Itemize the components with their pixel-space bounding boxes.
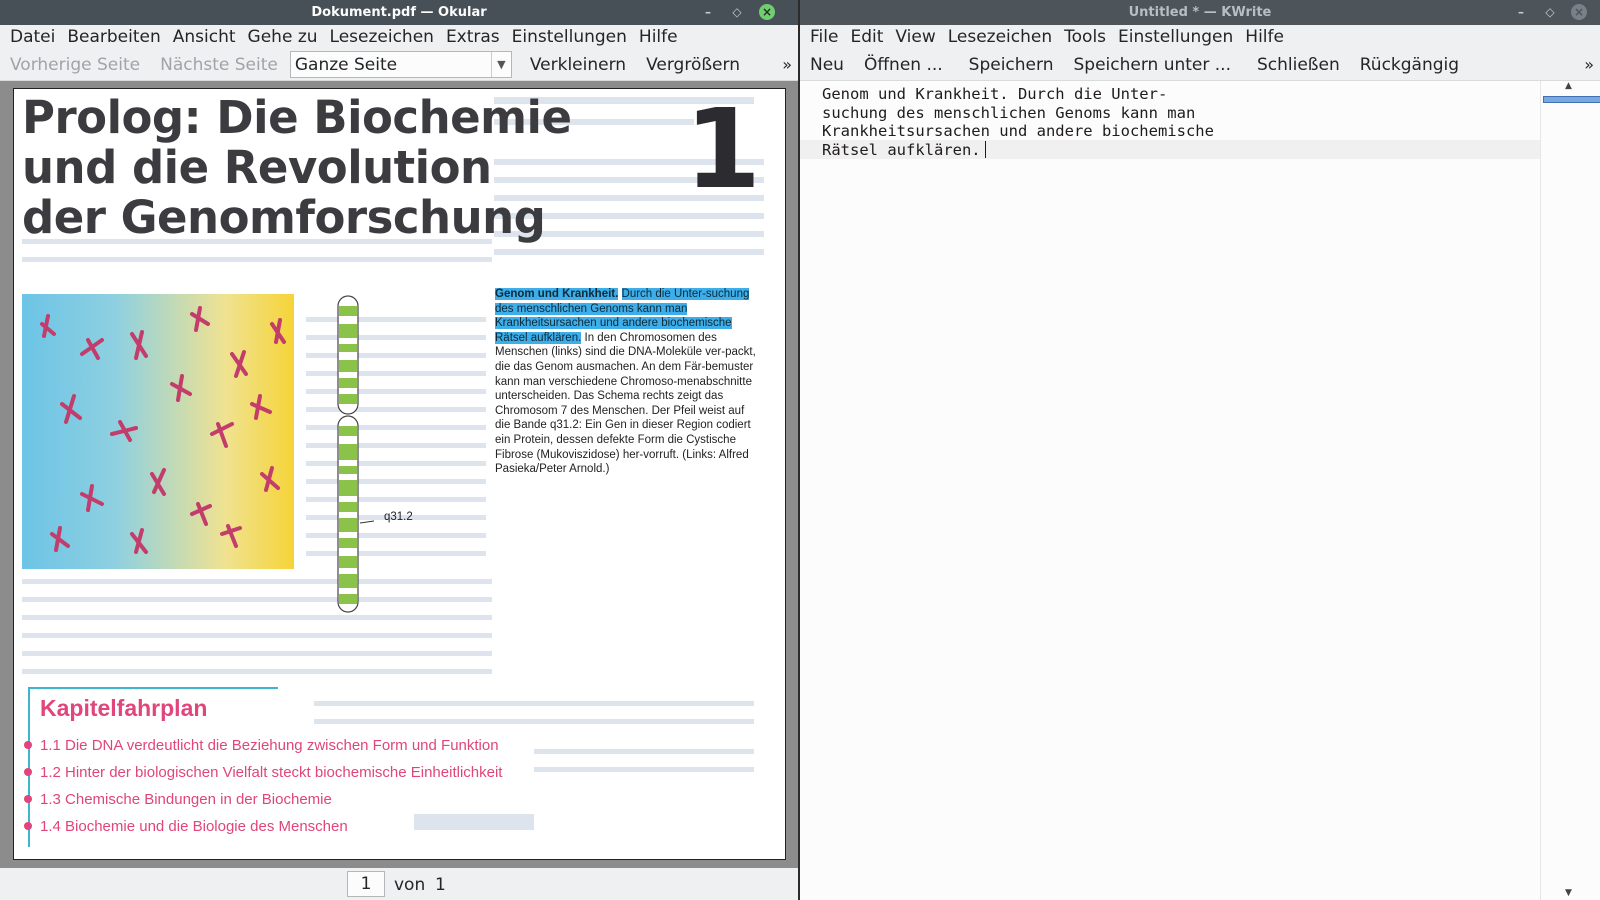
page-of-label: von (394, 875, 426, 895)
editor-line-current: Rätsel aufklären. (822, 141, 1214, 160)
title-line-3: der Genomforschung (22, 191, 546, 244)
menu-extras[interactable]: Extras (440, 27, 506, 47)
roadmap-item: 1.4 Biochemie und die Biologie des Mensc… (24, 818, 348, 835)
menu-hilfe[interactable]: Hilfe (633, 27, 684, 47)
roadmap-item-text: 1.1 Die DNA verdeutlicht die Beziehung z… (40, 737, 499, 754)
menu-edit[interactable]: Edit (844, 27, 889, 47)
chromosome-shapes (40, 306, 286, 554)
maximize-icon[interactable]: ◇ (729, 4, 745, 20)
menu-lesezeichen[interactable]: Lesezeichen (942, 27, 1058, 47)
menu-einstellungen[interactable]: Einstellungen (1112, 27, 1239, 47)
toolbar-overflow-button[interactable]: » (782, 55, 792, 74)
kwrite-titlebar[interactable]: Untitled * — KWrite – ◇ × (800, 0, 1600, 25)
selected-caption-bold[interactable]: Genom und Krankheit. (495, 288, 619, 300)
toolbar-overflow-button[interactable]: » (1584, 55, 1594, 74)
editor-line: Krankheitsursachen und andere biochemisc… (822, 122, 1214, 141)
zoom-mode-select[interactable]: Ganze Seite ▼ (289, 51, 512, 78)
menu-gehe-zu[interactable]: Gehe zu (242, 27, 324, 47)
close-icon[interactable]: × (759, 4, 775, 20)
scrollbar-minimap[interactable]: ▲ ▼ (1540, 81, 1600, 900)
editor-content[interactable]: Genom und Krankheit. Durch die Unter-suc… (822, 85, 1214, 160)
save-as-button[interactable]: Speichern unter ... (1063, 55, 1241, 75)
menu-file[interactable]: File (804, 27, 844, 47)
roadmap-title: Kapitelfahrplan (40, 695, 208, 721)
editor-line: suchung des menschlichen Genoms kann man (822, 103, 1196, 122)
roadmap-item-text: 1.4 Biochemie und die Biologie des Mensc… (40, 818, 348, 835)
scroll-down-icon[interactable]: ▼ (1565, 888, 1572, 898)
okular-toolbar: Vorherige Seite Nächste Seite Ganze Seit… (0, 49, 798, 81)
menu-datei[interactable]: Datei (4, 27, 61, 47)
close-document-button[interactable]: Schließen (1247, 55, 1350, 75)
kwrite-window-title: Untitled * — KWrite (1128, 5, 1272, 20)
roadmap-item: 1.3 Chemische Bindungen in der Biochemie (24, 791, 332, 808)
minimize-icon[interactable]: – (1513, 4, 1529, 20)
okular-window: Dokument.pdf — Okular – ◇ × Datei Bearbe… (0, 0, 798, 900)
document-view[interactable]: Prolog: Die Biochemie und die Revolution… (0, 81, 798, 868)
zoom-in-button[interactable]: Vergrößern (636, 55, 750, 75)
document-title: Prolog: Die Biochemie und die Revolution… (22, 91, 572, 244)
figure-caption[interactable]: Genom und Krankheit. Durch die Unter-suc… (495, 287, 757, 477)
text-cursor (984, 141, 986, 159)
menu-tools[interactable]: Tools (1058, 27, 1112, 47)
editor-line-text: Rätsel aufklären. (822, 141, 981, 160)
zoom-out-button[interactable]: Verkleinern (520, 55, 636, 75)
okular-titlebar[interactable]: Dokument.pdf — Okular – ◇ × (0, 0, 798, 25)
new-button[interactable]: Neu (800, 55, 854, 75)
roadmap-item-text: 1.3 Chemische Bindungen in der Biochemie (40, 791, 332, 808)
kwrite-menubar: File Edit View Lesezeichen Tools Einstel… (800, 25, 1600, 49)
text-editor[interactable]: Genom und Krankheit. Durch die Unter-suc… (800, 81, 1600, 900)
scroll-up-icon[interactable]: ▲ (1565, 81, 1572, 91)
menu-lesezeichen[interactable]: Lesezeichen (324, 27, 440, 47)
chromosome-band-label: q31.2 (384, 511, 413, 523)
bullet-icon (24, 822, 32, 830)
menu-bearbeiten[interactable]: Bearbeiten (61, 27, 166, 47)
open-button[interactable]: Öffnen ... (854, 55, 953, 75)
close-icon[interactable]: × (1571, 4, 1587, 20)
bullet-icon (24, 741, 32, 749)
bullet-icon (24, 768, 32, 776)
roadmap-item: 1.1 Die DNA verdeutlicht die Beziehung z… (24, 737, 499, 754)
okular-menubar: Datei Bearbeiten Ansicht Gehe zu Lesezei… (0, 25, 798, 49)
chromosome-photo (22, 294, 294, 569)
menu-view[interactable]: View (889, 27, 941, 47)
editor-line: Genom und Krankheit. Durch die Unter- (822, 85, 1168, 103)
kwrite-toolbar: Neu Öffnen ... Speichern Speichern unter… (800, 49, 1600, 81)
pdf-page[interactable]: Prolog: Die Biochemie und die Revolution… (13, 88, 786, 860)
undo-button[interactable]: Rückgängig (1350, 55, 1469, 75)
chapter-number: 1 (684, 88, 761, 213)
maximize-icon[interactable]: ◇ (1542, 4, 1558, 20)
minimize-icon[interactable]: – (700, 4, 716, 20)
okular-window-title: Dokument.pdf — Okular (311, 5, 487, 20)
title-line-1: Prolog: Die Biochemie (22, 91, 572, 144)
zoom-mode-value: Ganze Seite (294, 54, 398, 75)
title-line-2: und die Revolution (22, 141, 492, 194)
menu-hilfe[interactable]: Hilfe (1239, 27, 1290, 47)
bullet-icon (24, 795, 32, 803)
page-navigation-bar: 1 von 1 (0, 868, 798, 900)
roadmap-item: 1.2 Hinter der biologischen Vielfalt ste… (24, 764, 503, 781)
next-page-button[interactable]: Nächste Seite (150, 55, 288, 75)
save-button[interactable]: Speichern (959, 55, 1064, 75)
roadmap-divider (28, 687, 278, 689)
page-total: 1 (435, 875, 446, 895)
chevron-down-icon[interactable]: ▼ (490, 52, 511, 77)
chromosome-7-diagram (337, 295, 374, 613)
kwrite-window: Untitled * — KWrite – ◇ × File Edit View… (800, 0, 1600, 900)
caption-text: In den Chromosomen des Menschen (links) … (495, 331, 756, 476)
current-page-input[interactable]: 1 (347, 871, 385, 897)
minimap-viewport[interactable] (1543, 96, 1600, 103)
menu-einstellungen[interactable]: Einstellungen (506, 27, 633, 47)
menu-ansicht[interactable]: Ansicht (167, 27, 242, 47)
previous-page-button[interactable]: Vorherige Seite (0, 55, 150, 75)
roadmap-item-text: 1.2 Hinter der biologischen Vielfalt ste… (40, 764, 503, 781)
